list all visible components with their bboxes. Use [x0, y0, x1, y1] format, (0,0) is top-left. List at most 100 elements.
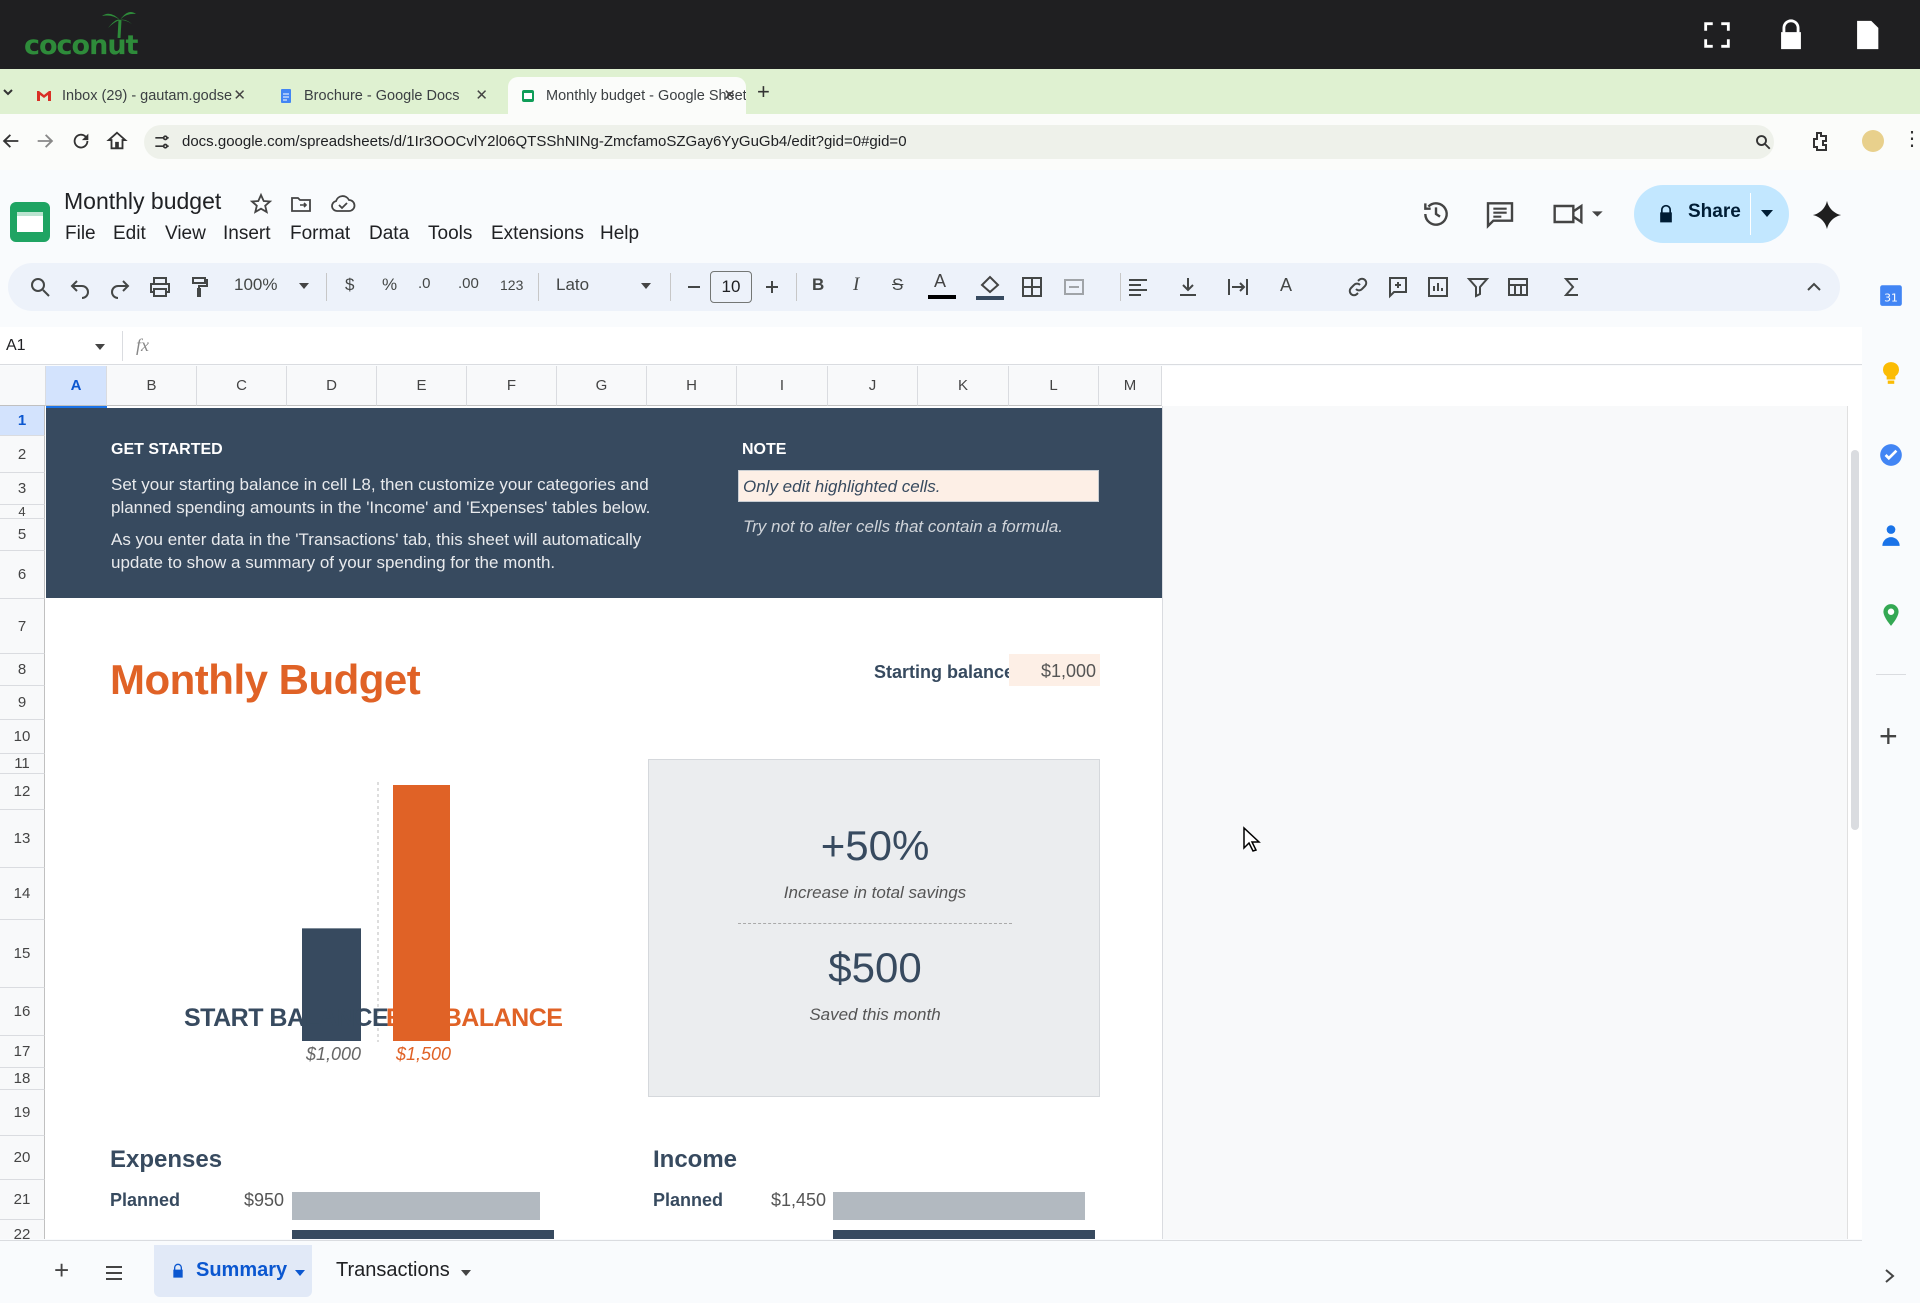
column-header[interactable]: F: [467, 366, 557, 406]
row-header[interactable]: 1: [0, 406, 45, 436]
font-size-increase-icon[interactable]: [760, 275, 784, 299]
vertical-align-icon[interactable]: [1176, 275, 1200, 299]
row-header[interactable]: 11: [0, 754, 45, 774]
menu-file[interactable]: File: [65, 223, 96, 245]
version-history-icon[interactable]: [1420, 198, 1452, 230]
lock-icon[interactable]: [1774, 18, 1808, 52]
sheets-logo-icon[interactable]: [8, 200, 52, 244]
row-header[interactable]: 20: [0, 1136, 45, 1180]
menu-tools[interactable]: Tools: [428, 223, 472, 245]
back-icon[interactable]: [0, 130, 22, 152]
row-header[interactable]: 8: [0, 654, 45, 686]
document-title[interactable]: Monthly budget: [64, 188, 221, 215]
home-icon[interactable]: [106, 130, 128, 152]
table-view-icon[interactable]: [1506, 275, 1530, 299]
undo-icon[interactable]: [68, 275, 92, 299]
profile-avatar[interactable]: [1862, 130, 1884, 152]
scrollbar-thumb[interactable]: [1851, 450, 1859, 830]
strikethrough-icon[interactable]: S: [892, 275, 903, 295]
fill-color-icon[interactable]: [974, 271, 1006, 303]
row-header[interactable]: 2: [0, 436, 45, 473]
add-sheet-button[interactable]: +: [54, 1255, 69, 1286]
column-header[interactable]: B: [107, 366, 197, 406]
column-header[interactable]: G: [557, 366, 647, 406]
row-header[interactable]: 7: [0, 599, 45, 654]
increase-decimal-button[interactable]: .00: [458, 275, 479, 292]
keep-icon[interactable]: [1878, 360, 1904, 386]
column-header[interactable]: I: [737, 366, 828, 406]
close-icon[interactable]: ✕: [233, 86, 246, 104]
bold-icon[interactable]: B: [812, 275, 824, 295]
menu-extensions[interactable]: Extensions: [491, 223, 584, 245]
decrease-decimal-button[interactable]: .0: [418, 275, 431, 292]
font-size-input[interactable]: 10: [710, 271, 752, 303]
file-icon[interactable]: [1850, 18, 1884, 52]
row-header[interactable]: 18: [0, 1068, 45, 1090]
column-header[interactable]: J: [828, 366, 918, 406]
browser-tab-brochure[interactable]: Brochure - Google Docs ✕: [266, 77, 498, 114]
menu-edit[interactable]: Edit: [113, 223, 146, 245]
site-info-icon[interactable]: [152, 132, 172, 152]
chevron-down-icon[interactable]: [640, 282, 652, 290]
comments-icon[interactable]: [1484, 198, 1516, 230]
insert-comment-icon[interactable]: [1386, 275, 1410, 299]
row-header[interactable]: 4: [0, 504, 45, 519]
formula-input[interactable]: [164, 327, 1854, 364]
percent-format-button[interactable]: %: [382, 275, 397, 295]
browser-tab-inbox[interactable]: Inbox (29) - gautam.godse ✕: [24, 77, 256, 114]
column-header[interactable]: E: [377, 366, 467, 406]
add-addon-icon[interactable]: +: [1879, 718, 1898, 755]
column-header[interactable]: H: [647, 366, 737, 406]
note-highlight-cell[interactable]: Only edit highlighted cells.: [738, 470, 1099, 502]
row-header[interactable]: 12: [0, 774, 45, 810]
omnibox[interactable]: docs.google.com/spreadsheets/d/1Ir3OOCvl…: [144, 125, 1774, 159]
name-box[interactable]: A1: [6, 337, 26, 355]
row-header[interactable]: 15: [0, 920, 45, 988]
row-header[interactable]: 16: [0, 988, 45, 1036]
forward-icon[interactable]: [34, 130, 56, 152]
reload-icon[interactable]: [70, 130, 92, 152]
close-icon[interactable]: ✕: [475, 86, 488, 104]
align-left-icon[interactable]: [1126, 275, 1150, 299]
text-rotation-icon[interactable]: A: [1280, 275, 1292, 296]
chevron-down-icon[interactable]: [298, 282, 310, 290]
row-header[interactable]: 3: [0, 473, 45, 505]
column-header[interactable]: L: [1009, 366, 1099, 406]
font-select[interactable]: Lato: [556, 275, 589, 295]
column-header[interactable]: C: [197, 366, 287, 406]
menu-view[interactable]: View: [165, 223, 206, 245]
merge-cells-icon[interactable]: [1062, 275, 1086, 299]
filter-icon[interactable]: [1466, 275, 1490, 299]
fullscreen-icon[interactable]: [1700, 18, 1734, 52]
italic-icon[interactable]: I: [853, 274, 859, 296]
empty-grid-area[interactable]: [1162, 406, 1847, 1239]
menu-format[interactable]: Format: [290, 223, 350, 245]
print-icon[interactable]: [148, 275, 172, 299]
star-icon[interactable]: [249, 192, 273, 216]
row-header[interactable]: 6: [0, 551, 45, 599]
font-size-decrease-icon[interactable]: [682, 275, 706, 299]
row-header[interactable]: 14: [0, 868, 45, 920]
column-header[interactable]: D: [287, 366, 377, 406]
redo-icon[interactable]: [108, 275, 132, 299]
functions-icon[interactable]: [1560, 275, 1584, 299]
insert-link-icon[interactable]: [1346, 275, 1370, 299]
column-header[interactable]: A: [46, 366, 107, 406]
zoom-icon[interactable]: [1754, 133, 1772, 151]
chevron-down-icon[interactable]: [94, 343, 106, 351]
extensions-icon[interactable]: [1808, 130, 1832, 154]
row-header[interactable]: 13: [0, 810, 45, 868]
chevron-right-icon[interactable]: [1884, 1268, 1896, 1284]
all-sheets-icon[interactable]: [104, 1265, 124, 1281]
cloud-status-icon[interactable]: [330, 192, 356, 216]
collapse-toolbar-icon[interactable]: [1802, 275, 1826, 299]
chevron-down-icon[interactable]: [1760, 209, 1774, 219]
text-color-icon[interactable]: A: [926, 271, 956, 303]
row-header[interactable]: 21: [0, 1180, 45, 1220]
tasks-icon[interactable]: [1878, 442, 1904, 468]
contacts-icon[interactable]: [1878, 522, 1904, 548]
column-header[interactable]: K: [918, 366, 1009, 406]
zoom-select[interactable]: 100%: [234, 275, 277, 295]
close-icon[interactable]: ✕: [723, 86, 736, 104]
text-wrapping-icon[interactable]: [1226, 275, 1250, 299]
